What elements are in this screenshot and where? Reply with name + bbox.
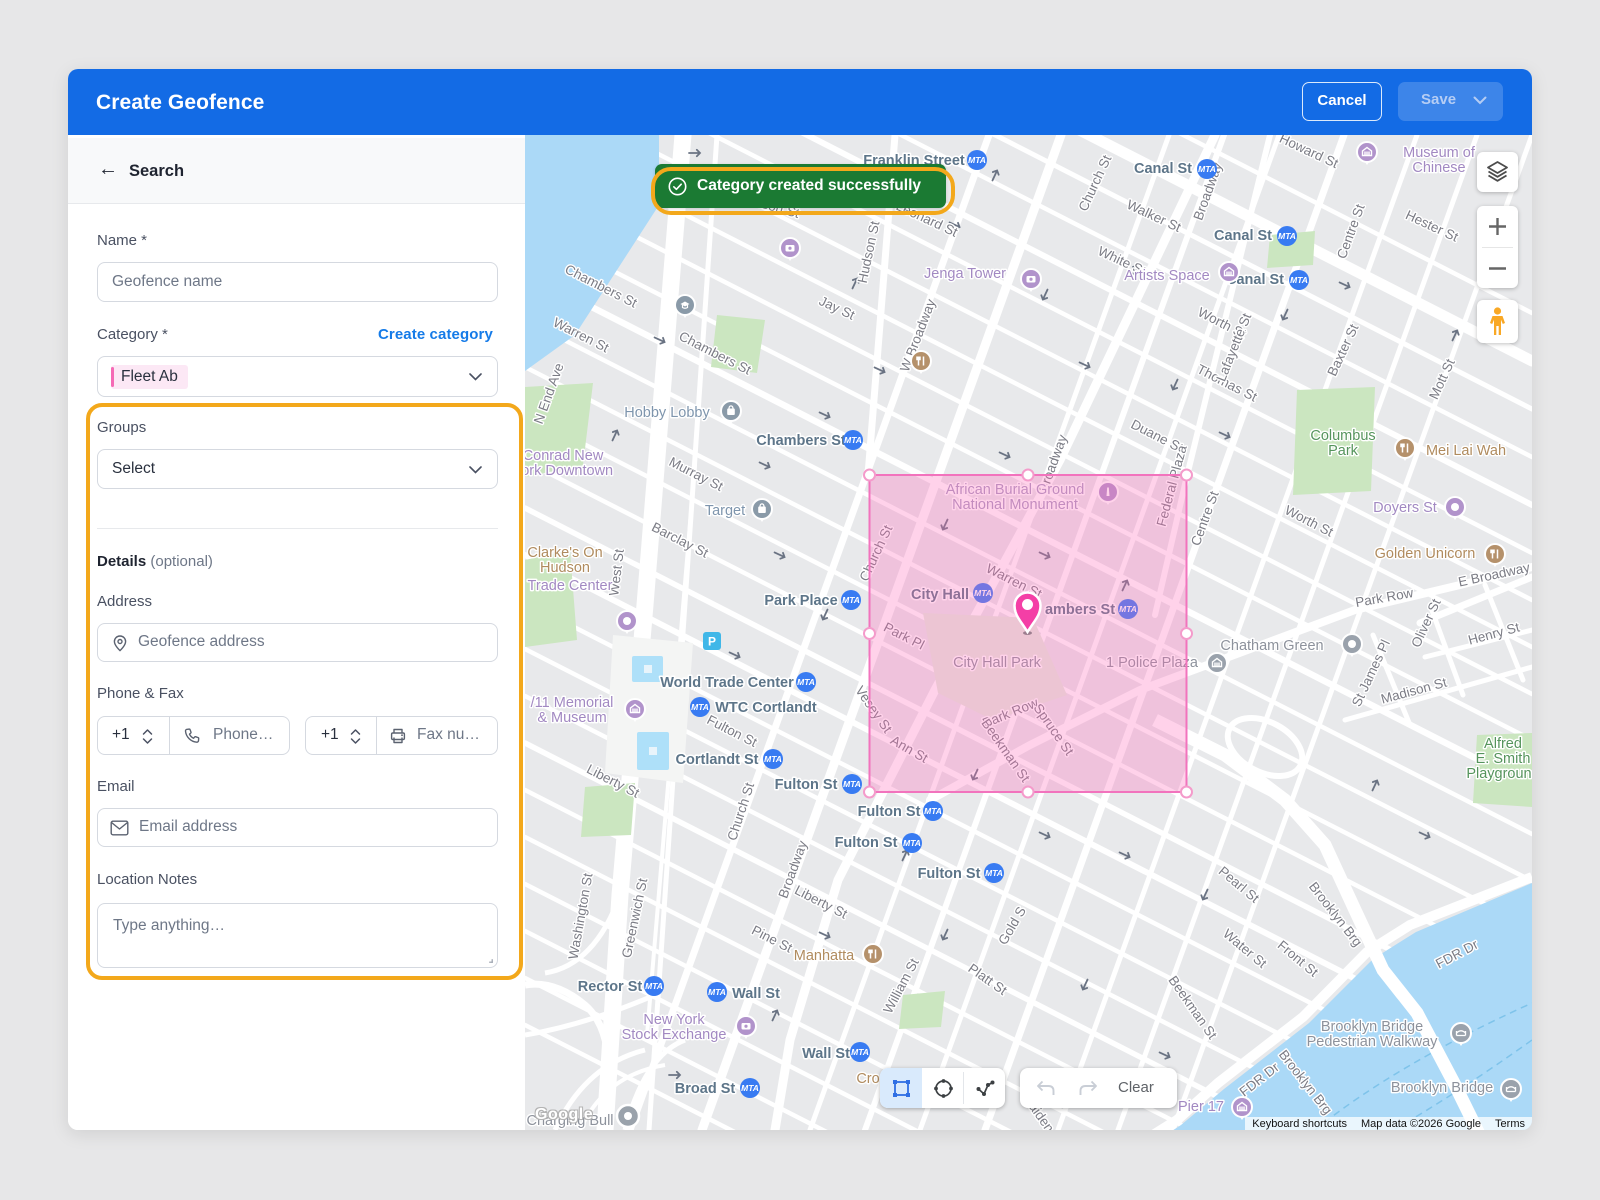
- svg-text:P: P: [708, 635, 716, 649]
- svg-text:MTA: MTA: [924, 806, 942, 816]
- svg-text:Fulton St: Fulton St: [775, 777, 838, 793]
- svg-text:Chambers St: Chambers St: [756, 433, 846, 449]
- svg-text:MTA: MTA: [985, 868, 1003, 878]
- svg-text:E. Smith: E. Smith: [1476, 751, 1531, 767]
- svg-text:Fulton St: Fulton St: [858, 804, 921, 820]
- svg-text:MTA: MTA: [903, 838, 921, 848]
- svg-text:Park: Park: [1328, 443, 1359, 459]
- svg-text:MTA: MTA: [764, 754, 782, 764]
- svg-text:Cortlandt St: Cortlandt St: [676, 752, 759, 768]
- svg-text:Golden Unicorn: Golden Unicorn: [1375, 546, 1476, 562]
- svg-text:Chinese: Chinese: [1412, 160, 1465, 176]
- svg-text:Trade Center: Trade Center: [528, 578, 613, 594]
- svg-text:Conrad New: Conrad New: [525, 448, 604, 464]
- svg-text:Clarke's On: Clarke's On: [527, 545, 602, 561]
- svg-text:Canal St: Canal St: [1214, 228, 1272, 244]
- svg-text:Fulton St: Fulton St: [835, 835, 898, 851]
- svg-text:Pedestrian Walkway: Pedestrian Walkway: [1307, 1034, 1439, 1050]
- svg-text:Doyers St: Doyers St: [1373, 500, 1437, 516]
- svg-text:Artists Space: Artists Space: [1124, 268, 1209, 284]
- svg-text:Pier 17: Pier 17: [1178, 1099, 1224, 1115]
- svg-text:Jenga Tower: Jenga Tower: [924, 266, 1006, 282]
- svg-text:Hudson: Hudson: [540, 560, 590, 576]
- svg-text:MTA: MTA: [851, 1047, 869, 1057]
- svg-text:Target: Target: [705, 503, 745, 519]
- svg-text:MTA: MTA: [708, 987, 726, 997]
- svg-text:MTA: MTA: [1278, 231, 1296, 241]
- svg-text:Brooklyn Bridge: Brooklyn Bridge: [1391, 1080, 1493, 1096]
- svg-text:Stock Exchange: Stock Exchange: [622, 1027, 727, 1043]
- svg-text:Canal St: Canal St: [1134, 161, 1192, 177]
- svg-text:Park Place: Park Place: [764, 593, 837, 609]
- svg-text:Rector St: Rector St: [578, 979, 643, 995]
- svg-text:New York: New York: [643, 1012, 705, 1028]
- svg-text:/11 Memorial: /11 Memorial: [531, 695, 614, 711]
- svg-text:MTA: MTA: [968, 155, 986, 165]
- svg-text:York Downtown: York Downtown: [525, 463, 613, 479]
- svg-text:MTA: MTA: [1290, 275, 1308, 285]
- svg-text:MTA: MTA: [691, 702, 709, 712]
- svg-text:Manhatta: Manhatta: [794, 948, 855, 964]
- svg-text:Playground: Playground: [1466, 766, 1532, 782]
- svg-text:MTA: MTA: [842, 595, 860, 605]
- svg-text:WTC Cortlandt: WTC Cortlandt: [715, 700, 817, 716]
- svg-text:Hobby Lobby: Hobby Lobby: [624, 405, 710, 421]
- svg-text:MTA: MTA: [843, 779, 861, 789]
- svg-text:Alfred: Alfred: [1484, 736, 1522, 752]
- svg-text:Brooklyn Bridge: Brooklyn Bridge: [1321, 1019, 1423, 1035]
- svg-text:MTA: MTA: [741, 1083, 759, 1093]
- svg-text:MTA: MTA: [1198, 164, 1216, 174]
- svg-text:Wall St: Wall St: [802, 1046, 850, 1062]
- svg-text:Chatham Green: Chatham Green: [1220, 638, 1323, 654]
- svg-text:Broad St: Broad St: [675, 1081, 736, 1097]
- svg-text:Fulton St: Fulton St: [918, 866, 981, 882]
- svg-text:MTA: MTA: [844, 435, 862, 445]
- svg-text:Museum of: Museum of: [1403, 145, 1476, 161]
- svg-text:& Museum: & Museum: [537, 710, 606, 726]
- svg-text:MTA: MTA: [797, 677, 815, 687]
- svg-text:Wall St: Wall St: [732, 986, 780, 1002]
- svg-text:Cro: Cro: [856, 1071, 879, 1087]
- svg-text:MTA: MTA: [645, 981, 663, 991]
- svg-text:World Trade Center: World Trade Center: [660, 675, 794, 691]
- svg-text:Mei Lai Wah: Mei Lai Wah: [1426, 443, 1506, 459]
- svg-text:Columbus: Columbus: [1310, 428, 1375, 444]
